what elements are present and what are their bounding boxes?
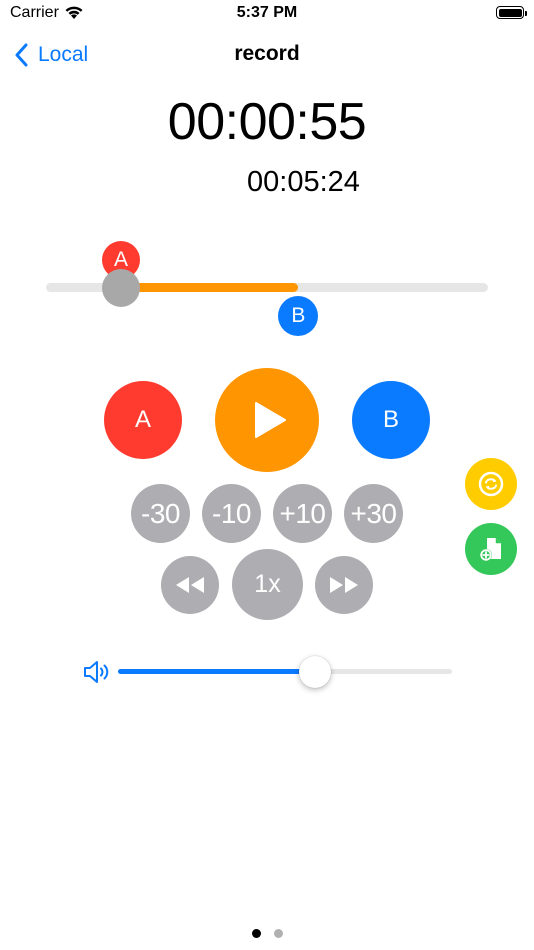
rewind-icon (176, 577, 204, 593)
marker-b[interactable]: B (278, 295, 319, 336)
page-dot[interactable] (273, 929, 283, 938)
play-button[interactable] (215, 368, 319, 472)
current-time: 00:00:55 (167, 93, 367, 151)
add-file-button[interactable] (465, 523, 517, 575)
loop-icon (478, 471, 504, 497)
skip-forward-10-button[interactable]: +10 (273, 484, 332, 543)
add-file-icon (480, 538, 501, 561)
speed-button[interactable]: 1x (232, 549, 303, 620)
set-a-button[interactable]: A (104, 381, 182, 459)
set-b-button[interactable]: B (352, 381, 430, 459)
speaker-icon (84, 661, 109, 683)
fast-forward-icon (330, 577, 358, 593)
progress-thumb[interactable] (102, 268, 141, 307)
volume-fill (118, 669, 316, 674)
play-icon (255, 402, 286, 438)
loop-button[interactable] (465, 458, 517, 510)
total-time: 00:05:24 (247, 166, 360, 198)
skip-back-30-button[interactable]: -30 (131, 484, 190, 543)
volume-thumb[interactable] (299, 655, 332, 688)
rewind-button[interactable] (161, 556, 219, 614)
fast-forward-button[interactable] (315, 556, 373, 614)
progress-ab-range (121, 283, 299, 292)
skip-forward-30-button[interactable]: +30 (344, 484, 403, 543)
battery-icon (496, 6, 527, 19)
page-dot[interactable] (251, 929, 261, 938)
page-title: record (234, 42, 300, 65)
skip-back-10-button[interactable]: -10 (202, 484, 261, 543)
status-time: 5:37 PM (236, 4, 298, 21)
